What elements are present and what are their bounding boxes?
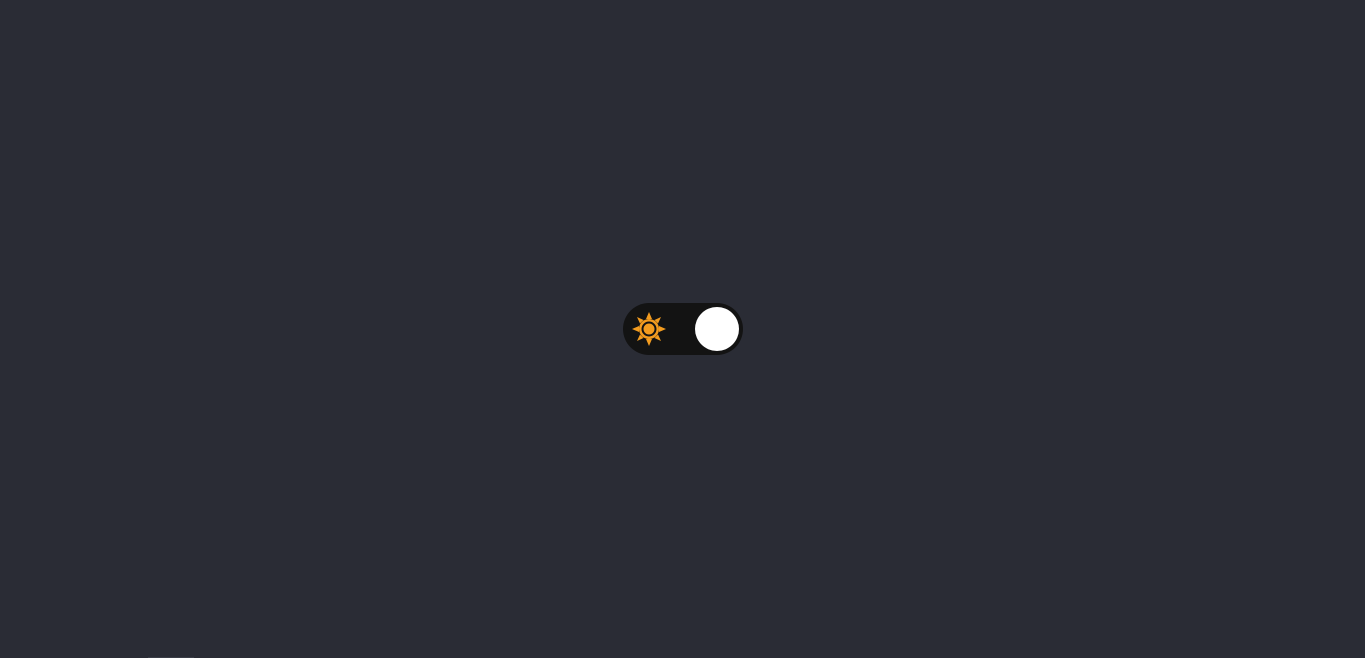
- sun-icon: [631, 311, 667, 347]
- theme-toggle-switch[interactable]: [623, 303, 743, 355]
- page-canvas: [0, 0, 1365, 658]
- toggle-knob[interactable]: [695, 307, 739, 351]
